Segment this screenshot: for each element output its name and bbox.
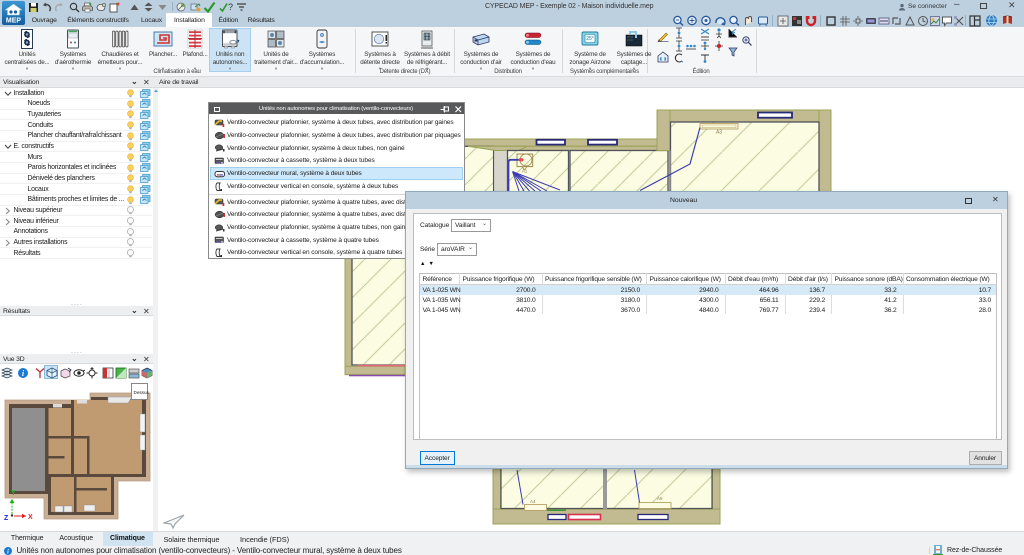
svg-text:Y: Y — [11, 490, 16, 497]
svg-text:Z: Z — [4, 515, 9, 522]
svg-text:A3: A3 — [716, 130, 722, 136]
svg-text:A5: A5 — [657, 496, 663, 501]
svg-text:A1: A1 — [522, 169, 528, 174]
svg-text:A4: A4 — [530, 499, 536, 504]
svg-text:X: X — [28, 514, 33, 521]
